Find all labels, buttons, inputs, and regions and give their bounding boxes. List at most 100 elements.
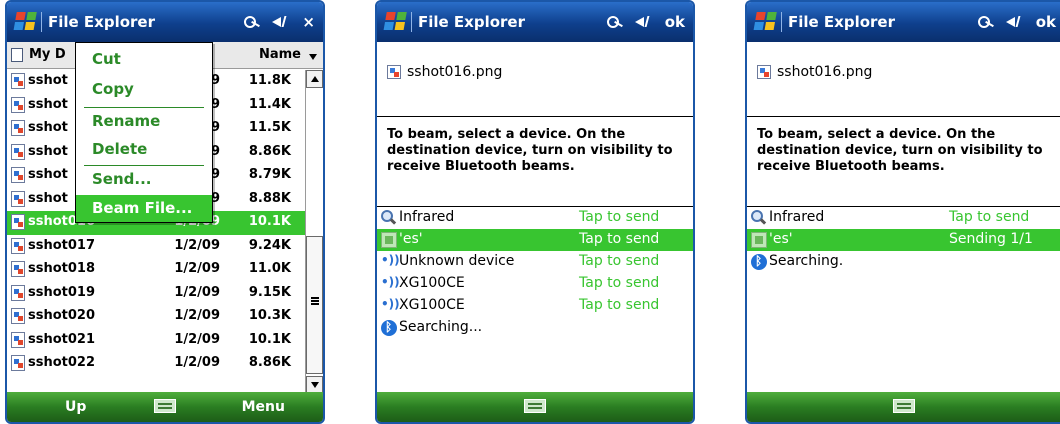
phone-icon [381, 232, 397, 248]
file-name: sshot [28, 167, 68, 182]
title-separator [781, 12, 782, 32]
list-item[interactable]: sshot019 1/2/09 9.15K [7, 282, 305, 306]
file-size: 8.86K [248, 143, 291, 159]
keyboard-icon[interactable] [524, 399, 546, 413]
searching-label: Searching... [399, 319, 483, 335]
list-item[interactable]: sshot021 1/2/09 10.1K [7, 329, 305, 353]
list-item[interactable]: sshot018 1/2/09 11.0K [7, 258, 305, 282]
sort-dropdown[interactable]: Name [259, 47, 301, 62]
device-status[interactable]: Tap to send [579, 231, 659, 247]
file-date: 1/2/09 [174, 261, 220, 276]
menu-item-beam-file[interactable]: Beam File... [76, 195, 212, 222]
radio-icon [381, 253, 400, 270]
beam-device-list-screen: File Explorer ok sshot016.png To beam, s… [375, 0, 695, 424]
device-name: Unknown device [399, 253, 515, 269]
file-size: 11.8K [248, 73, 291, 88]
divider [377, 116, 693, 117]
device-row-selected[interactable]: 'es' Sending 1/1 [747, 229, 1060, 251]
ok-button[interactable]: ok [1036, 13, 1056, 31]
device-status: Sending 1/1 [949, 231, 1033, 247]
window-title: File Explorer [788, 13, 895, 31]
device-status[interactable]: Tap to send [579, 275, 659, 291]
image-file-icon [387, 65, 401, 79]
menu-softkey[interactable]: Menu [242, 399, 285, 415]
image-file-icon [11, 190, 25, 207]
device-name: 'es' [769, 231, 793, 247]
vertical-scrollbar[interactable] [305, 70, 323, 394]
menu-item-delete[interactable]: Delete [76, 136, 212, 163]
image-file-icon [11, 284, 25, 301]
windows-flag-icon[interactable] [383, 12, 409, 32]
beam-file-name: sshot016.png [407, 64, 503, 80]
soft-key-bar [377, 392, 693, 422]
device-status[interactable]: Tap to send [579, 253, 659, 269]
radio-icon [381, 297, 400, 314]
title-bar: File Explorer ok [377, 2, 693, 42]
file-name: sshot019 [28, 284, 96, 300]
file-size: 10.1K [248, 331, 291, 347]
image-file-icon [11, 73, 25, 89]
soft-key-bar [747, 392, 1060, 422]
menu-item-send[interactable]: Send... [76, 166, 212, 193]
file-date: 1/2/09 [174, 284, 220, 300]
file-size: 10.1K [248, 214, 291, 229]
bluetooth-icon [381, 320, 397, 336]
connectivity-icon[interactable] [605, 14, 625, 30]
soft-key-bar: Up Menu [7, 392, 323, 422]
beam-sending-screen: File Explorer ok sshot016.png To beam, s… [745, 0, 1060, 424]
device-status[interactable]: Tap to send [579, 209, 659, 225]
chevron-down-icon[interactable] [309, 54, 317, 60]
device-row[interactable]: Infrared Tap to send [377, 207, 693, 229]
windows-flag-icon[interactable] [13, 12, 39, 32]
windows-flag-icon[interactable] [753, 12, 779, 32]
file-date: 1/2/09 [174, 331, 220, 347]
image-file-icon [11, 143, 25, 160]
device-status[interactable]: Tap to send [949, 209, 1029, 225]
beam-file: sshot016.png [387, 64, 502, 80]
file-name: sshot [28, 120, 68, 135]
volume-icon[interactable] [272, 14, 292, 30]
scroll-up-button[interactable] [306, 70, 323, 88]
phone-icon [751, 232, 767, 248]
volume-icon[interactable] [634, 14, 655, 30]
device-row-selected[interactable]: 'es' Tap to send [377, 229, 693, 251]
folder-dropdown[interactable]: My D [29, 47, 66, 62]
device-row[interactable]: Infrared Tap to send [747, 207, 1060, 229]
title-separator [411, 12, 412, 32]
device-list: Infrared Tap to send 'es' Sending 1/1 Sear… [747, 207, 1060, 273]
menu-item-rename[interactable]: Rename [76, 108, 212, 135]
list-item[interactable]: sshot017 1/2/09 9.24K [7, 235, 305, 259]
file-name: sshot022 [28, 355, 96, 370]
keyboard-icon[interactable] [892, 399, 915, 413]
ok-button[interactable]: ok [665, 13, 685, 31]
scroll-thumb[interactable] [306, 236, 323, 374]
file-size: 11.0K [248, 261, 291, 276]
connectivity-icon[interactable] [242, 14, 262, 30]
file-name: sshot021 [28, 331, 96, 347]
device-row[interactable]: XG100CE Tap to send [377, 295, 693, 317]
device-name: 'es' [399, 231, 423, 247]
close-button[interactable]: × [302, 13, 315, 31]
image-file-icon [11, 167, 25, 183]
file-size: 11.4K [248, 96, 291, 112]
device-row[interactable]: XG100CE Tap to send [377, 273, 693, 295]
device-status[interactable]: Tap to send [579, 297, 659, 313]
volume-icon[interactable] [1005, 14, 1026, 30]
image-file-icon [11, 261, 25, 277]
list-item[interactable]: sshot022 1/2/09 8.86K [7, 352, 305, 376]
menu-item-copy[interactable]: Copy [76, 76, 212, 103]
device-row[interactable]: Unknown device Tap to send [377, 251, 693, 273]
up-softkey[interactable]: Up [65, 399, 86, 415]
file-date: 1/2/09 [174, 355, 220, 370]
divider [747, 116, 1060, 117]
image-file-icon [757, 65, 771, 79]
menu-item-cut[interactable]: Cut [76, 46, 212, 73]
file-name: sshot [28, 143, 68, 159]
connectivity-icon[interactable] [976, 14, 996, 30]
file-explorer-context-menu-screen: File Explorer × My D Name sshot/0911.8K … [5, 0, 325, 424]
file-size: 9.24K [248, 237, 291, 253]
file-name: sshot [28, 190, 68, 206]
list-item[interactable]: sshot020 1/2/09 10.3K [7, 305, 305, 329]
keyboard-icon[interactable] [154, 399, 176, 413]
file-name: sshot017 [28, 237, 96, 253]
